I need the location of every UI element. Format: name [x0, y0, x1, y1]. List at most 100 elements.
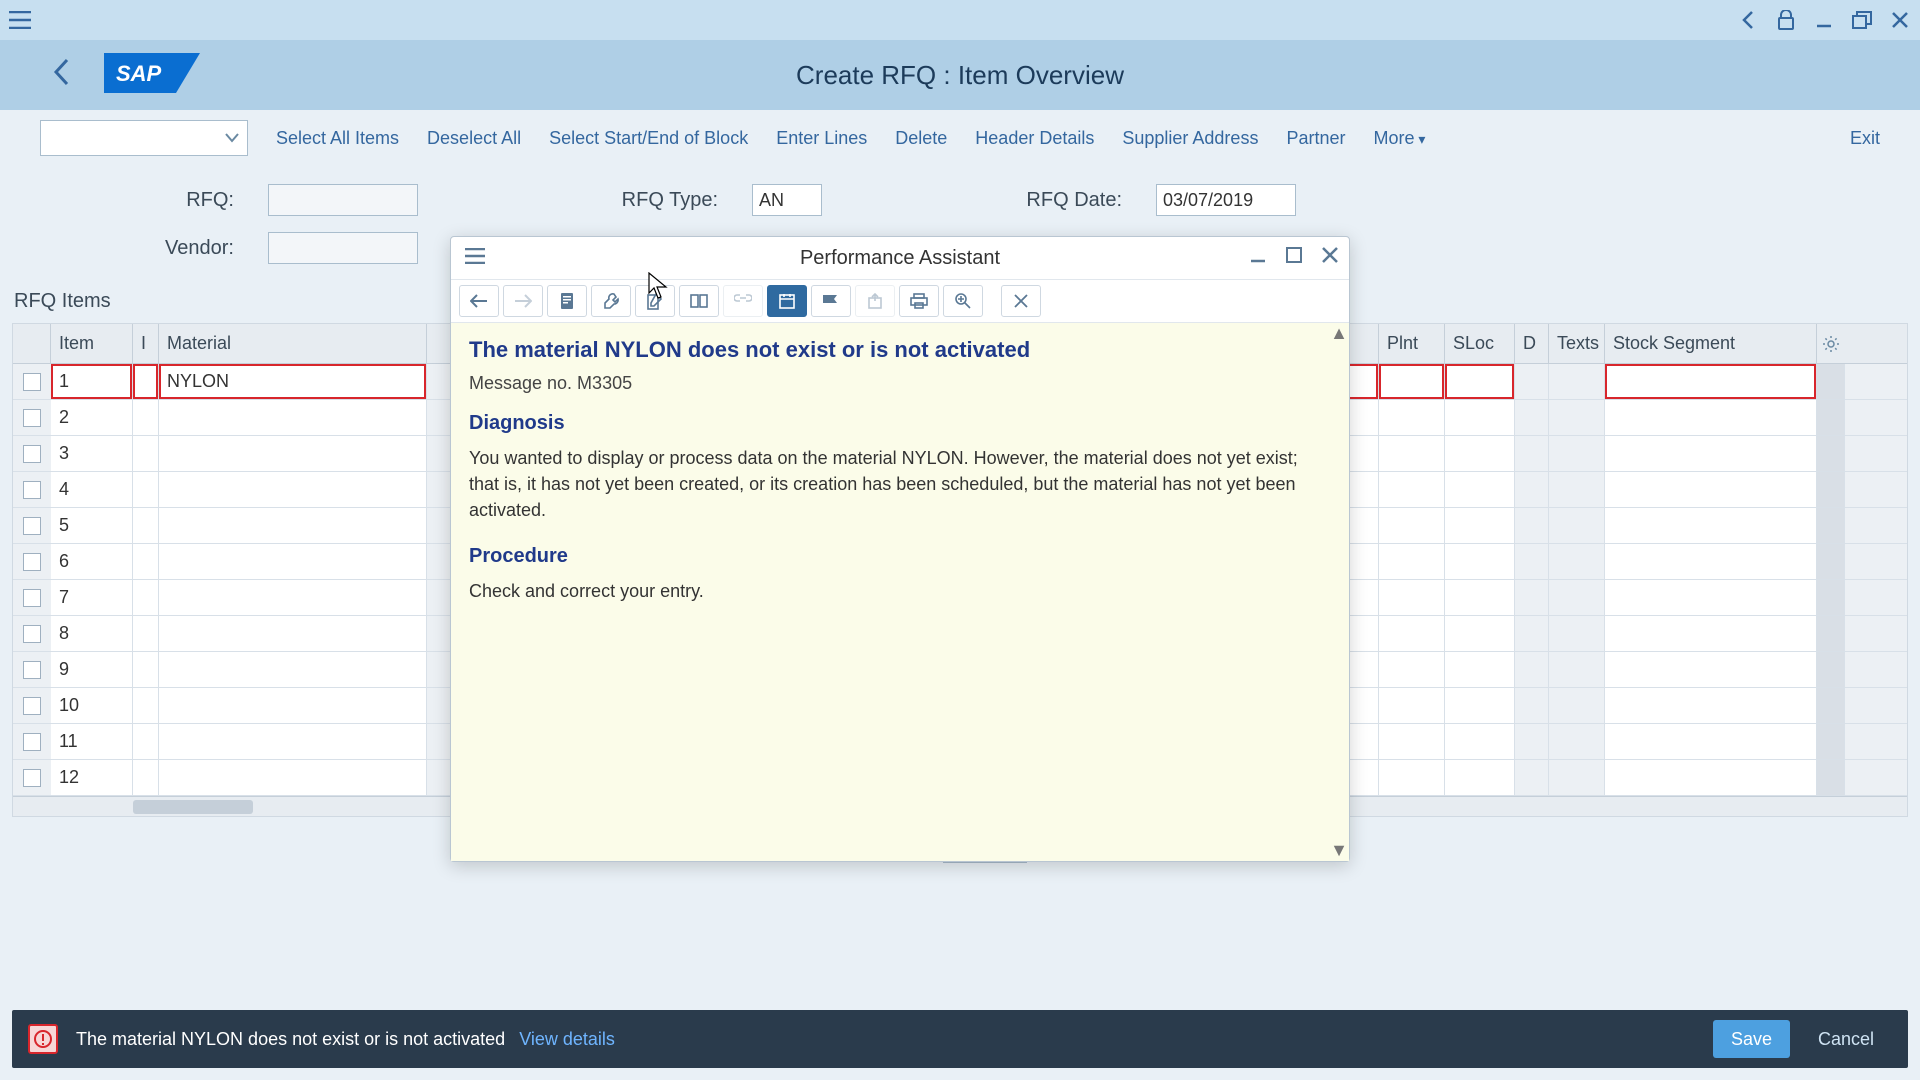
cell-texts[interactable] — [1549, 544, 1605, 579]
dlg-zoom-icon[interactable] — [943, 285, 983, 317]
cell-d[interactable] — [1515, 616, 1549, 651]
dlg-bookmark-icon[interactable] — [679, 285, 719, 317]
select-block-button[interactable]: Select Start/End of Block — [549, 128, 748, 149]
col-texts[interactable]: Texts — [1549, 324, 1605, 363]
cell-i[interactable] — [133, 760, 159, 795]
cell-sloc[interactable] — [1445, 616, 1515, 651]
cell-material[interactable]: NYLON — [159, 364, 427, 399]
cell-material[interactable] — [159, 616, 427, 651]
rfq-type-input[interactable]: AN — [752, 184, 822, 216]
more-menu[interactable]: More — [1373, 128, 1425, 149]
cell-item[interactable]: 4 — [51, 472, 133, 507]
cell-item[interactable]: 8 — [51, 616, 133, 651]
close-icon[interactable] — [1888, 8, 1912, 32]
cell-d[interactable] — [1515, 472, 1549, 507]
chevron-left-icon[interactable] — [1736, 8, 1760, 32]
cell-texts[interactable] — [1549, 760, 1605, 795]
dialog-v-scrollbar[interactable]: ▲ ▼ — [1331, 323, 1347, 861]
cell-stock[interactable] — [1605, 652, 1817, 687]
dialog-maximize-icon[interactable] — [1285, 246, 1303, 270]
cell-sloc[interactable] — [1445, 400, 1515, 435]
dialog-close-icon[interactable] — [1321, 246, 1339, 270]
dlg-print-icon[interactable] — [899, 285, 939, 317]
cell-stock[interactable] — [1605, 436, 1817, 471]
row-select[interactable] — [13, 724, 51, 759]
cell-d[interactable] — [1515, 724, 1549, 759]
select-all-header[interactable] — [13, 324, 51, 363]
col-plnt[interactable]: Plnt — [1379, 324, 1445, 363]
back-icon[interactable] — [52, 58, 72, 93]
cell-item[interactable]: 1 — [51, 364, 133, 399]
exit-button[interactable]: Exit — [1850, 128, 1880, 149]
dlg-dismiss-icon[interactable] — [1001, 285, 1041, 317]
row-select[interactable] — [13, 688, 51, 723]
cell-sloc[interactable] — [1445, 580, 1515, 615]
cell-plnt[interactable] — [1379, 508, 1445, 543]
col-material[interactable]: Material — [159, 324, 427, 363]
supplier-address-button[interactable]: Supplier Address — [1122, 128, 1258, 149]
col-sloc[interactable]: SLoc — [1445, 324, 1515, 363]
dlg-tool-icon[interactable] — [591, 285, 631, 317]
row-select[interactable] — [13, 436, 51, 471]
row-select[interactable] — [13, 760, 51, 795]
cell-d[interactable] — [1515, 544, 1549, 579]
cell-plnt[interactable] — [1379, 544, 1445, 579]
dlg-export-icon[interactable] — [855, 285, 895, 317]
scroll-down-icon[interactable]: ▼ — [1330, 840, 1348, 861]
row-select[interactable] — [13, 508, 51, 543]
row-select[interactable] — [13, 616, 51, 651]
lock-icon[interactable] — [1774, 8, 1798, 32]
cell-d[interactable] — [1515, 652, 1549, 687]
restore-icon[interactable] — [1850, 8, 1874, 32]
cell-plnt[interactable] — [1379, 400, 1445, 435]
cell-item[interactable]: 2 — [51, 400, 133, 435]
enter-lines-button[interactable]: Enter Lines — [776, 128, 867, 149]
col-i[interactable]: I — [133, 324, 159, 363]
cell-item[interactable]: 9 — [51, 652, 133, 687]
cell-i[interactable] — [133, 364, 159, 399]
dlg-doc-icon[interactable] — [547, 285, 587, 317]
cell-material[interactable] — [159, 472, 427, 507]
save-button[interactable]: Save — [1713, 1020, 1790, 1058]
dialog-titlebar[interactable]: Performance Assistant — [451, 237, 1349, 279]
h-scrollbar-thumb[interactable] — [133, 800, 253, 814]
rfq-input[interactable] — [268, 184, 418, 216]
cell-material[interactable] — [159, 544, 427, 579]
cell-texts[interactable] — [1549, 724, 1605, 759]
cell-d[interactable] — [1515, 364, 1549, 399]
dlg-calendar-icon[interactable] — [767, 285, 807, 317]
cell-material[interactable] — [159, 688, 427, 723]
cell-item[interactable]: 6 — [51, 544, 133, 579]
cell-sloc[interactable] — [1445, 760, 1515, 795]
table-settings-icon[interactable] — [1817, 324, 1845, 363]
col-stock[interactable]: Stock Segment — [1605, 324, 1817, 363]
cell-d[interactable] — [1515, 688, 1549, 723]
cell-d[interactable] — [1515, 400, 1549, 435]
select-all-button[interactable]: Select All Items — [276, 128, 399, 149]
cell-i[interactable] — [133, 436, 159, 471]
cell-material[interactable] — [159, 580, 427, 615]
cell-stock[interactable] — [1605, 724, 1817, 759]
cell-plnt[interactable] — [1379, 652, 1445, 687]
scroll-up-icon[interactable]: ▲ — [1330, 323, 1348, 344]
dlg-back-icon[interactable] — [459, 285, 499, 317]
deselect-all-button[interactable]: Deselect All — [427, 128, 521, 149]
cell-texts[interactable] — [1549, 436, 1605, 471]
minimize-icon[interactable] — [1812, 8, 1836, 32]
delete-button[interactable]: Delete — [895, 128, 947, 149]
cell-d[interactable] — [1515, 760, 1549, 795]
cell-plnt[interactable] — [1379, 436, 1445, 471]
cell-item[interactable]: 7 — [51, 580, 133, 615]
cell-d[interactable] — [1515, 580, 1549, 615]
cell-plnt[interactable] — [1379, 364, 1445, 399]
cell-d[interactable] — [1515, 508, 1549, 543]
cell-i[interactable] — [133, 400, 159, 435]
cell-texts[interactable] — [1549, 580, 1605, 615]
dialog-menu-icon[interactable] — [465, 247, 485, 270]
cell-stock[interactable] — [1605, 760, 1817, 795]
cell-sloc[interactable] — [1445, 688, 1515, 723]
cell-sloc[interactable] — [1445, 652, 1515, 687]
cell-i[interactable] — [133, 724, 159, 759]
cell-i[interactable] — [133, 616, 159, 651]
header-details-button[interactable]: Header Details — [975, 128, 1094, 149]
